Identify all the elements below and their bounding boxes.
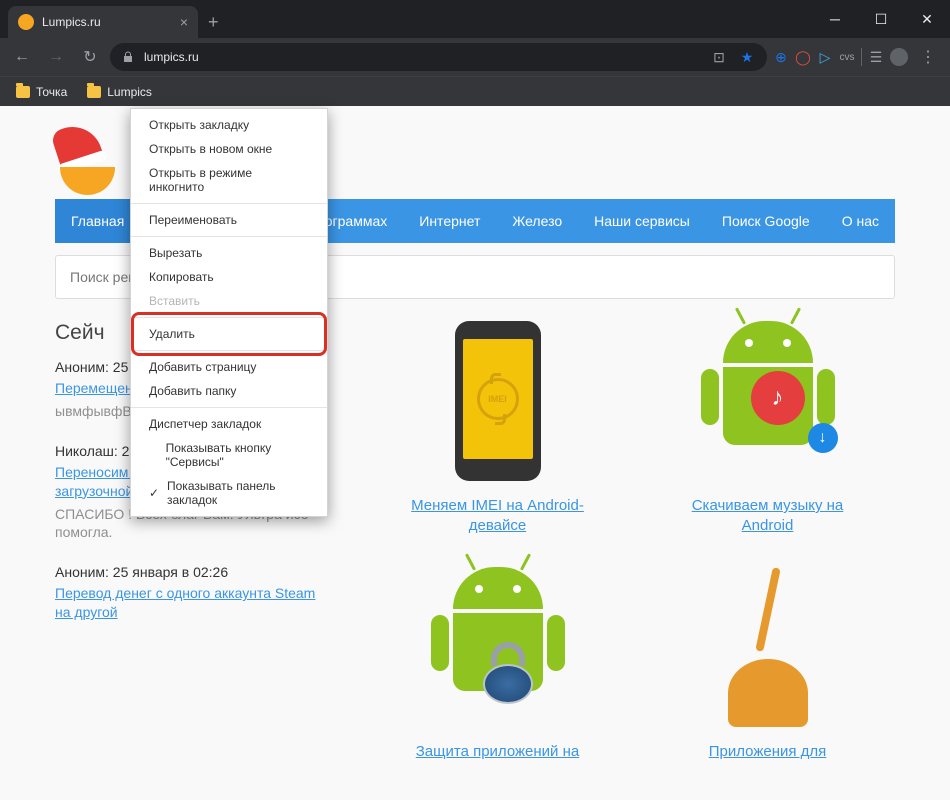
back-button[interactable]: ← — [8, 43, 36, 71]
maximize-button[interactable]: ☐ — [858, 0, 904, 38]
extension-icon[interactable]: cvs — [839, 49, 855, 65]
extension-icon[interactable]: ▷ — [817, 49, 833, 65]
address-bar[interactable]: lumpics.ru ⊡ ★ — [110, 43, 767, 71]
close-icon[interactable]: × — [180, 14, 188, 30]
nav-home[interactable]: Главная — [55, 199, 140, 243]
bookmark-folder[interactable]: Lumpics — [79, 82, 160, 102]
folder-icon — [16, 86, 30, 98]
article-card[interactable]: Защита приложений на — [398, 567, 598, 762]
forward-button[interactable]: → — [42, 43, 70, 71]
kebab-menu-icon[interactable]: ⋮ — [914, 47, 942, 67]
separator — [131, 203, 327, 204]
ctx-add-page[interactable]: Добавить страницу — [131, 355, 327, 379]
music-icon: ♪ — [751, 371, 805, 425]
separator — [131, 350, 327, 351]
bookmark-label: Точка — [36, 85, 67, 99]
profile-avatar[interactable] — [890, 48, 908, 66]
ctx-delete[interactable]: Удалить — [131, 322, 327, 346]
article-card[interactable]: IMEI Меняем IMEI на Android-девайсе — [398, 321, 598, 537]
article-card[interactable]: ♪↓ Скачиваем музыку на Android — [668, 321, 868, 537]
article-card[interactable]: Приложения для — [668, 567, 868, 762]
ctx-manager[interactable]: Диспетчер закладок — [131, 412, 327, 436]
browser-tab[interactable]: Lumpics.ru × — [8, 6, 198, 38]
tab-title: Lumpics.ru — [42, 15, 101, 29]
reload-button[interactable]: ↻ — [76, 43, 104, 71]
ctx-paste: Вставить — [131, 289, 327, 313]
article-grid: IMEI Меняем IMEI на Android-девайсе ♪↓ С… — [370, 321, 895, 762]
comment-item: Аноним: 25 января в 02:26 Перевод денег … — [55, 564, 320, 622]
star-icon[interactable]: ★ — [739, 49, 755, 65]
separator — [131, 407, 327, 408]
nav-item[interactable]: Железо — [496, 199, 578, 243]
check-icon: ✓ — [149, 486, 159, 500]
tab-favicon — [18, 14, 34, 30]
browser-toolbar: ← → ↻ lumpics.ru ⊡ ★ ⊕ ◯ ▷ cvs ☰ ⋮ — [0, 38, 950, 76]
extension-icon[interactable]: ◯ — [795, 49, 811, 65]
minimize-button[interactable]: ─ — [812, 0, 858, 38]
reading-list-icon[interactable]: ☰ — [868, 49, 884, 65]
comment-meta: Аноним: 25 января в 02:26 — [55, 564, 320, 580]
lock-icon — [122, 51, 134, 63]
separator — [131, 236, 327, 237]
download-icon: ↓ — [808, 423, 838, 453]
bookmarks-bar[interactable]: Точка Lumpics — [0, 76, 950, 106]
bookmark-label: Lumpics — [107, 85, 152, 99]
bookmark-context-menu[interactable]: Открыть закладку Открыть в новом окне От… — [130, 108, 328, 517]
article-link[interactable]: Защита приложений на — [416, 743, 579, 760]
extension-icon[interactable]: ⊕ — [773, 49, 789, 65]
article-link[interactable]: Приложения для — [709, 743, 827, 760]
url-text: lumpics.ru — [144, 50, 199, 64]
window-controls: ─ ☐ ✕ — [812, 0, 950, 38]
tab-strip[interactable]: Lumpics.ru × + — [0, 0, 812, 38]
translate-icon[interactable]: ⊡ — [711, 49, 727, 65]
broom-icon — [718, 567, 818, 727]
close-button[interactable]: ✕ — [904, 0, 950, 38]
imei-icon: IMEI — [477, 378, 519, 420]
ctx-copy[interactable]: Копировать — [131, 265, 327, 289]
ctx-add-folder[interactable]: Добавить папку — [131, 379, 327, 403]
ctx-rename[interactable]: Переименовать — [131, 208, 327, 232]
nav-item[interactable]: О нас — [826, 199, 895, 243]
ctx-cut[interactable]: Вырезать — [131, 241, 327, 265]
separator — [131, 317, 327, 318]
ctx-open-incognito[interactable]: Открыть в режиме инкогнито — [131, 161, 327, 199]
nav-item[interactable]: Интернет — [403, 199, 496, 243]
comment-link[interactable]: Перевод денег с одного аккаунта Steam на… — [55, 584, 320, 622]
window-titlebar: Lumpics.ru × + ─ ☐ ✕ — [0, 0, 950, 38]
ctx-open[interactable]: Открыть закладку — [131, 113, 327, 137]
ctx-show-bar[interactable]: ✓Показывать панель закладок — [131, 474, 327, 512]
new-tab-button[interactable]: + — [208, 12, 219, 33]
padlock-icon — [483, 642, 533, 704]
folder-icon — [87, 86, 101, 98]
article-link[interactable]: Меняем IMEI на Android-девайсе — [411, 497, 584, 534]
ctx-open-new-window[interactable]: Открыть в новом окне — [131, 137, 327, 161]
bookmark-folder[interactable]: Точка — [8, 82, 75, 102]
article-link[interactable]: Скачиваем музыку на Android — [692, 497, 844, 534]
nav-item[interactable]: Наши сервисы — [578, 199, 706, 243]
ctx-show-apps[interactable]: Показывать кнопку "Сервисы" — [131, 436, 327, 474]
nav-item[interactable]: Поиск Google — [706, 199, 826, 243]
